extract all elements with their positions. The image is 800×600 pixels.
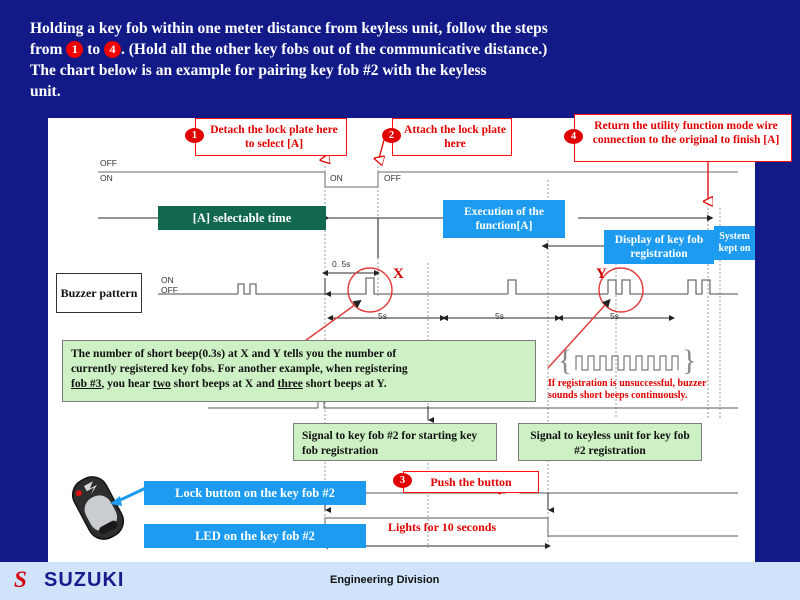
failure-note-line-1: If registration is unsuccessful, buzzer [548, 378, 707, 389]
label-on-mid: ON [330, 173, 343, 183]
header-line-1: Holding a key fob within one meter dista… [30, 20, 548, 37]
label-buzzer-off: OFF [161, 285, 178, 295]
execution-box: Execution of the function[A] [443, 200, 565, 238]
step-badge-4: 4 [103, 41, 121, 58]
signal-to-unit-box: Signal to keyless unit for key fob #2 re… [518, 423, 702, 461]
beep-note-three: three [277, 378, 303, 390]
beep-note-line-2: currently registered key fobs. For anoth… [71, 363, 408, 375]
brace-right: } [682, 344, 696, 377]
led-label: LED on the key fob #2 [195, 529, 315, 543]
label-5s-1: 5s [378, 311, 387, 321]
beep-note-line-3f: short beeps at Y. [302, 378, 387, 390]
label-5s-3: 5s [610, 311, 619, 321]
callout-step-1-text: Detach the lock plate here to select [A] [210, 124, 338, 150]
led-box: LED on the key fob #2 [144, 524, 366, 548]
header-line-4: unit. [30, 83, 61, 100]
department-label: Engineering Division [330, 574, 440, 586]
label-half-second: 0. 5s [332, 259, 351, 269]
system-kept-on-label: System kept on [718, 231, 751, 254]
label-buzzer-on: ON [161, 275, 174, 285]
callout-step-3-text: Push the button [430, 475, 512, 489]
registration-failure-note: If registration is unsuccessful, buzzer … [548, 378, 748, 402]
callout-step-4: 4 Return the utility function mode wire … [564, 114, 792, 162]
signal-to-fob-box: Signal to key fob #2 for starting key fo… [293, 423, 497, 461]
step-2-number: 2 [382, 128, 401, 143]
step-badge-1: 1 [66, 41, 84, 58]
callout-step-2: 2 Attach the lock plate here [382, 118, 512, 156]
callout-step-2-text: Attach the lock plate here [404, 124, 506, 150]
step-1-number: 1 [185, 128, 204, 143]
label-off-mid: OFF [384, 173, 401, 183]
callout-step-1: 1 Detach the lock plate here to select [… [185, 118, 347, 156]
signal-to-unit-label: Signal to keyless unit for key fob #2 re… [530, 430, 690, 457]
brand-name: SUZUKI [44, 569, 125, 591]
execution-box-label: Execution of the function[A] [464, 206, 544, 232]
failure-note-line-2: sounds short beeps continuously. [548, 390, 688, 401]
callout-step-3: 3 Push the button [393, 471, 539, 493]
key-fob-leader [110, 484, 151, 506]
page-title: Holding a key fob within one meter dista… [30, 18, 785, 102]
footer-bar: S SUZUKI Engineering Division [0, 562, 800, 600]
lock-button-label: Lock button on the key fob #2 [175, 486, 335, 500]
step-3-number: 3 [393, 473, 412, 488]
callout-step-4-text: Return the utility function mode wire co… [592, 120, 780, 146]
beep-note-two: two [152, 378, 171, 390]
system-kept-on-box: System kept on [714, 226, 755, 260]
beep-note-line-3d: short beeps at X and [170, 378, 278, 390]
beep-note-line-1: The number of short beep(0.3s) at X and … [71, 348, 397, 360]
header-line-2-prefix: from [30, 41, 63, 58]
display-registration-box: Display of key fob registration [604, 230, 714, 264]
label-5s-2: 5s [495, 311, 504, 321]
beep-count-note: The number of short beep(0.3s) at X and … [62, 340, 536, 402]
suzuki-logo-icon: S [14, 567, 27, 592]
label-on-top: ON [100, 173, 113, 183]
label-off-top: OFF [100, 158, 117, 168]
beep-note-fob3: fob #3 [71, 378, 102, 390]
header-line-2-mid: to [87, 41, 101, 58]
header-line-3: The chart below is an example for pairin… [30, 62, 487, 79]
lights-for-10-seconds-label: Lights for 10 seconds [388, 520, 497, 534]
buzzer-pattern-box: Buzzer pattern [56, 273, 142, 313]
beep-note-line-3b: , you hear [101, 378, 153, 390]
brace-left: { [558, 344, 572, 377]
lock-button-box: Lock button on the key fob #2 [144, 481, 366, 505]
step-4-number: 4 [564, 129, 583, 144]
header-line-2-suffix: . (Hold all the other key fobs out of th… [120, 41, 548, 58]
marker-x-label: X [393, 266, 404, 282]
display-registration-label: Display of key fob registration [614, 234, 704, 260]
marker-y-label: Y [596, 266, 607, 282]
signal-to-fob-label: Signal to key fob #2 for starting key fo… [302, 430, 478, 457]
selectable-time-box: [A] selectable time [158, 206, 326, 230]
timing-chart: { } OFF ON ON OFF ON OFF 0. 5s 5s 5s 5s … [48, 118, 755, 562]
buzzer-pattern-label: Buzzer pattern [60, 285, 138, 300]
